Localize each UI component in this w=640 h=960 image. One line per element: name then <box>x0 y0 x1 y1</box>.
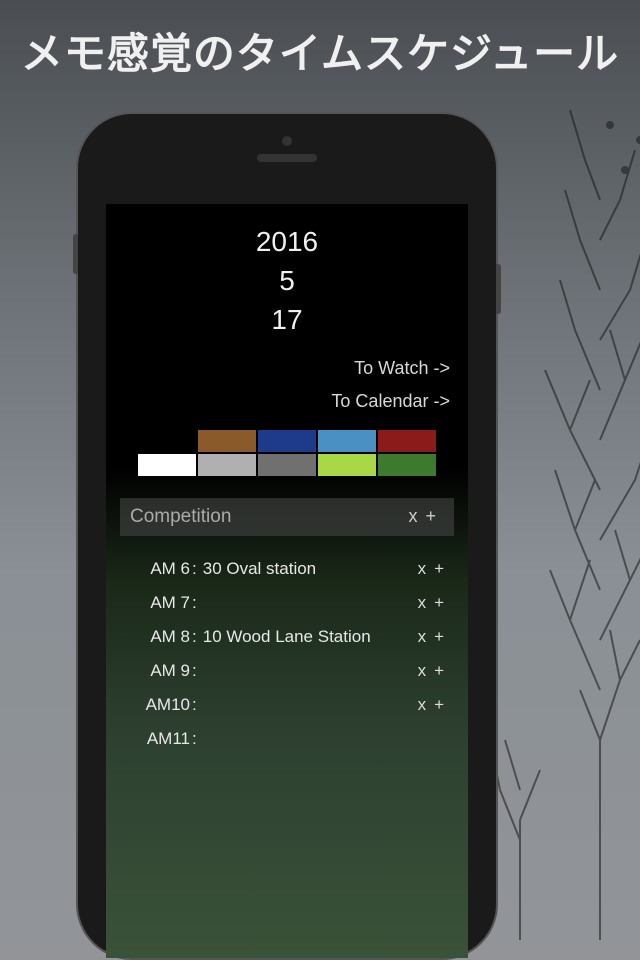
app-screen: 2016 5 17 To Watch -> To Calendar -> <box>106 204 468 958</box>
date-day[interactable]: 17 <box>120 300 454 339</box>
title-input[interactable]: Competition <box>130 506 231 528</box>
schedule-row: AM 9 : x+ <box>120 654 454 688</box>
color-swatch-gray[interactable] <box>258 454 316 476</box>
time-label: AM 9 <box>122 661 190 681</box>
to-calendar-link[interactable]: To Calendar -> <box>120 391 454 412</box>
schedule-entry[interactable]: 30 Oval station <box>203 559 418 579</box>
row-add-button[interactable]: + <box>434 695 452 714</box>
row-delete-button[interactable]: x <box>418 661 435 680</box>
time-label: AM11 <box>122 729 190 749</box>
time-label: AM 8 <box>122 627 190 647</box>
schedule-entry[interactable]: 10 Wood Lane Station <box>203 627 418 647</box>
row-add-button[interactable]: + <box>434 559 452 578</box>
time-label: AM 6 <box>122 559 190 579</box>
title-delete-button[interactable]: x <box>408 506 425 526</box>
phone-power-button <box>496 264 501 314</box>
color-swatch-green[interactable] <box>378 454 436 476</box>
phone-volume-button <box>73 234 78 274</box>
color-swatch-lightgray[interactable] <box>198 454 256 476</box>
color-swatch-black[interactable] <box>138 430 196 452</box>
row-delete-button[interactable]: x <box>418 695 435 714</box>
to-watch-link[interactable]: To Watch -> <box>120 358 454 379</box>
background-tree-silhouette <box>480 40 640 940</box>
phone-mockup: 2016 5 17 To Watch -> To Calendar -> <box>76 112 498 960</box>
color-swatch-brown[interactable] <box>198 430 256 452</box>
row-delete-button[interactable]: x <box>418 627 435 646</box>
date-month[interactable]: 5 <box>120 261 454 300</box>
phone-speaker <box>257 154 317 162</box>
schedule-row: AM11 : <box>120 722 454 756</box>
date-year[interactable]: 2016 <box>120 222 454 261</box>
schedule-row: AM10 : x+ <box>120 688 454 722</box>
date-picker[interactable]: 2016 5 17 <box>120 222 454 340</box>
time-label: AM10 <box>122 695 190 715</box>
schedule-row: AM 6 : 30 Oval station x+ <box>120 552 454 586</box>
row-delete-button[interactable]: x <box>418 559 435 578</box>
row-add-button[interactable]: + <box>434 661 452 680</box>
color-palette <box>120 430 454 476</box>
time-label: AM 7 <box>122 593 190 613</box>
row-add-button[interactable]: + <box>434 593 452 612</box>
color-swatch-white[interactable] <box>138 454 196 476</box>
color-swatch-lightblue[interactable] <box>318 430 376 452</box>
schedule-list: AM 6 : 30 Oval station x+ AM 7 : x+ AM 8… <box>120 552 454 756</box>
row-add-button[interactable]: + <box>434 627 452 646</box>
color-swatch-lime[interactable] <box>318 454 376 476</box>
schedule-row: AM 7 : x+ <box>120 586 454 620</box>
schedule-row: AM 8 : 10 Wood Lane Station x+ <box>120 620 454 654</box>
title-input-row: Competition x+ <box>120 498 454 536</box>
phone-camera <box>282 136 292 146</box>
title-add-button[interactable]: + <box>425 506 444 526</box>
color-swatch-darkblue[interactable] <box>258 430 316 452</box>
color-swatch-darkred[interactable] <box>378 430 436 452</box>
row-delete-button[interactable]: x <box>418 593 435 612</box>
